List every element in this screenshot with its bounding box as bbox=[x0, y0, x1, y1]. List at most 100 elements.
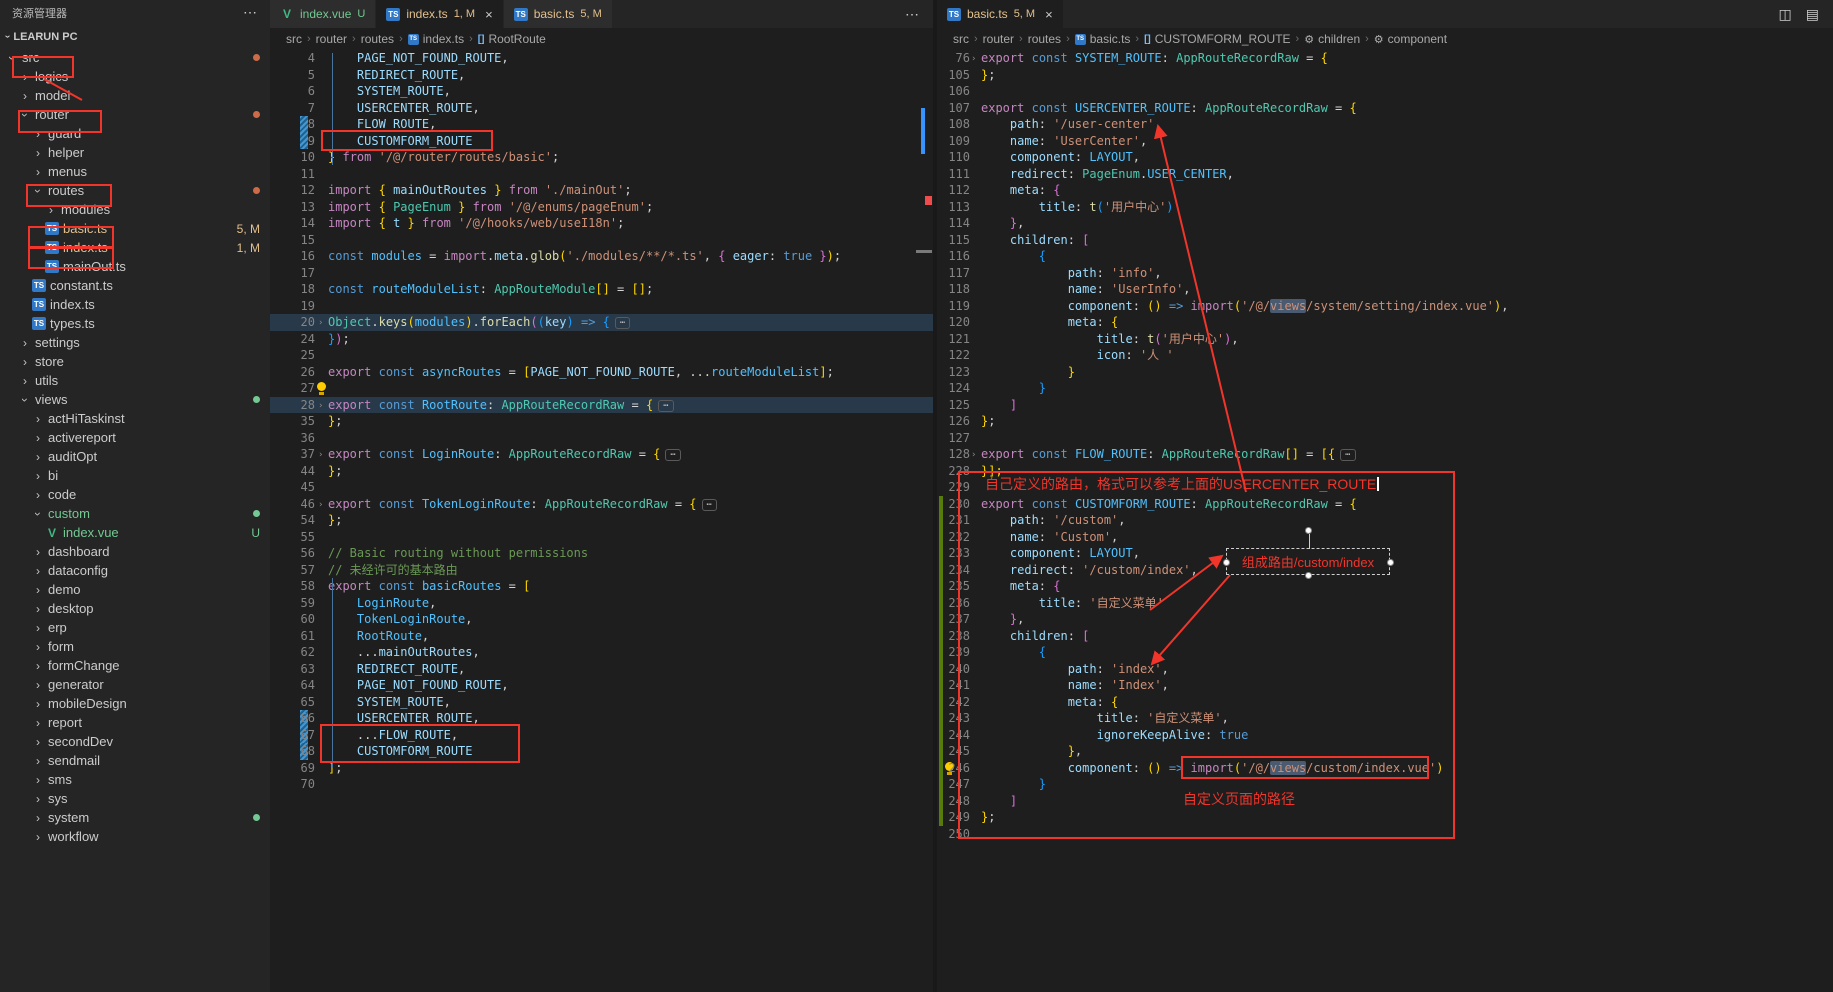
tree-item-label: src bbox=[22, 50, 39, 65]
close-icon[interactable]: × bbox=[1045, 7, 1053, 22]
fold-chevron-icon[interactable]: › bbox=[318, 398, 323, 415]
folded-code-ellipsis[interactable]: ⋯ bbox=[702, 499, 717, 511]
editor-more-actions[interactable]: ⋯ bbox=[905, 6, 919, 23]
tree-item-views[interactable]: ›views bbox=[0, 390, 270, 409]
tree-item-helper[interactable]: ›helper bbox=[0, 143, 270, 162]
tree-item-activereport[interactable]: ›activereport bbox=[0, 428, 270, 447]
tree-item-types-ts[interactable]: TStypes.ts bbox=[0, 314, 270, 333]
line-number: 18 bbox=[270, 281, 315, 298]
line-number: 65 bbox=[270, 694, 315, 711]
breadcrumb-item-router[interactable]: router bbox=[316, 32, 347, 46]
breadcrumb-item-routes[interactable]: routes bbox=[361, 32, 394, 46]
fold-chevron-icon[interactable]: › bbox=[318, 447, 323, 464]
code-line-234: 234 redirect: '/custom/index', bbox=[937, 562, 1833, 579]
tab-index-vue[interactable]: Vindex.vueU bbox=[270, 0, 376, 28]
typescript-file-icon: TS bbox=[45, 222, 59, 235]
breadcrumb-item-rootroute[interactable]: []RootRoute bbox=[478, 32, 546, 46]
breadcrumb-item-routes[interactable]: routes bbox=[1028, 32, 1061, 46]
line-number: 26 bbox=[270, 364, 315, 381]
tree-item-seconddev[interactable]: ›secondDev bbox=[0, 732, 270, 751]
tab-basic-ts[interactable]: TSbasic.ts5, M× bbox=[937, 0, 1064, 28]
tree-item-erp[interactable]: ›erp bbox=[0, 618, 270, 637]
tree-item-menus[interactable]: ›menus bbox=[0, 162, 270, 181]
tree-item-model[interactable]: ›model bbox=[0, 86, 270, 105]
tree-item-index-vue[interactable]: Vindex.vueU bbox=[0, 523, 270, 542]
fold-chevron-icon[interactable]: › bbox=[971, 447, 976, 464]
tree-item-label: mobileDesign bbox=[48, 696, 127, 711]
tree-item-sms[interactable]: ›sms bbox=[0, 770, 270, 789]
line-number: 62 bbox=[270, 644, 315, 661]
tree-item-settings[interactable]: ›settings bbox=[0, 333, 270, 352]
tree-item-code[interactable]: ›code bbox=[0, 485, 270, 504]
folded-code-ellipsis[interactable]: ⋯ bbox=[658, 400, 673, 412]
editor-layout-icon[interactable]: ▤ bbox=[1806, 6, 1819, 23]
folded-code-ellipsis[interactable]: ⋯ bbox=[1340, 449, 1355, 461]
tree-item-system[interactable]: ›system bbox=[0, 808, 270, 827]
breadcrumb-item-index-ts[interactable]: TSindex.ts bbox=[408, 32, 464, 46]
code-line-241: 241 name: 'Index', bbox=[937, 677, 1833, 694]
lightbulb-icon[interactable] bbox=[316, 382, 327, 395]
code-line-56: 56// Basic routing without permissions bbox=[270, 545, 933, 562]
line-number: 123 bbox=[937, 364, 970, 381]
breadcrumb-item-src[interactable]: src bbox=[953, 32, 969, 46]
tree-item-modules[interactable]: ›modules bbox=[0, 200, 270, 219]
tree-item-generator[interactable]: ›generator bbox=[0, 675, 270, 694]
tree-item-index-ts[interactable]: TSindex.ts1, M bbox=[0, 238, 270, 257]
tree-item-report[interactable]: ›report bbox=[0, 713, 270, 732]
folded-code-ellipsis[interactable]: ⋯ bbox=[665, 449, 680, 461]
tree-item-index-ts[interactable]: TSindex.ts bbox=[0, 295, 270, 314]
fold-chevron-icon[interactable]: › bbox=[318, 497, 323, 514]
tree-item-routes[interactable]: ›routes bbox=[0, 181, 270, 200]
code-line-123: 123 } bbox=[937, 364, 1833, 381]
tree-item-dashboard[interactable]: ›dashboard bbox=[0, 542, 270, 561]
tree-item-basic-ts[interactable]: TSbasic.ts5, M bbox=[0, 219, 270, 238]
code-editor-basic-ts[interactable]: 76›export const SYSTEM_ROUTE: AppRouteRe… bbox=[937, 50, 1833, 992]
tab-basic-ts[interactable]: TSbasic.ts5, M bbox=[504, 0, 613, 28]
tree-item-store[interactable]: ›store bbox=[0, 352, 270, 371]
code-line-59: 59 LoginRoute, bbox=[270, 595, 933, 612]
tree-item-custom[interactable]: ›custom bbox=[0, 504, 270, 523]
tree-item-mainout-ts[interactable]: TSmainOut.ts bbox=[0, 257, 270, 276]
chevron-right-icon: › bbox=[32, 431, 44, 445]
code-line-105: 105}; bbox=[937, 67, 1833, 84]
tree-item-form[interactable]: ›form bbox=[0, 637, 270, 656]
breadcrumb-item-router[interactable]: router bbox=[983, 32, 1014, 46]
tree-item-sys[interactable]: ›sys bbox=[0, 789, 270, 808]
tree-item-mobiledesign[interactable]: ›mobileDesign bbox=[0, 694, 270, 713]
tree-item-utils[interactable]: ›utils bbox=[0, 371, 270, 390]
folded-code-ellipsis[interactable]: ⋯ bbox=[615, 317, 630, 329]
tree-item-demo[interactable]: ›demo bbox=[0, 580, 270, 599]
split-editor-icon[interactable]: ◫ bbox=[1779, 6, 1792, 23]
code-line-62: 62 ...mainOutRoutes, bbox=[270, 644, 933, 661]
tab-git-badge: 5, M bbox=[580, 8, 601, 20]
fold-chevron-icon[interactable]: › bbox=[971, 51, 976, 68]
breadcrumb-item-basic-ts[interactable]: TSbasic.ts bbox=[1075, 32, 1131, 46]
tree-item-constant-ts[interactable]: TSconstant.ts bbox=[0, 276, 270, 295]
tree-item-sendmail[interactable]: ›sendmail bbox=[0, 751, 270, 770]
line-number: 5 bbox=[270, 67, 315, 84]
fold-chevron-icon[interactable]: › bbox=[318, 315, 323, 332]
tree-item-dataconfig[interactable]: ›dataconfig bbox=[0, 561, 270, 580]
tree-item-auditopt[interactable]: ›auditOpt bbox=[0, 447, 270, 466]
tree-item-logics[interactable]: ›logics bbox=[0, 67, 270, 86]
code-line-4: 4 PAGE_NOT_FOUND_ROUTE, bbox=[270, 50, 933, 67]
tree-item-router[interactable]: ›router bbox=[0, 105, 270, 124]
tree-item-bi[interactable]: ›bi bbox=[0, 466, 270, 485]
tab-index-ts[interactable]: TSindex.ts1, M× bbox=[376, 0, 503, 28]
tree-item-acthitaskinst[interactable]: ›actHiTaskinst bbox=[0, 409, 270, 428]
close-icon[interactable]: × bbox=[485, 7, 493, 22]
breadcrumb-item-src[interactable]: src bbox=[286, 32, 302, 46]
explorer-more-actions-icon[interactable]: ⋯ bbox=[243, 4, 258, 21]
code-editor-index-ts[interactable]: 4 PAGE_NOT_FOUND_ROUTE,5 REDIRECT_ROUTE,… bbox=[270, 50, 933, 992]
tree-item-desktop[interactable]: ›desktop bbox=[0, 599, 270, 618]
tree-item-formchange[interactable]: ›formChange bbox=[0, 656, 270, 675]
tree-item-guard[interactable]: ›guard bbox=[0, 124, 270, 143]
project-section-header[interactable]: › LEARUN PC bbox=[0, 25, 270, 48]
breadcrumb-item-children[interactable]: ⚙children bbox=[1304, 32, 1360, 46]
breadcrumb-item-component[interactable]: ⚙component bbox=[1374, 32, 1447, 46]
code-line-126: 126}; bbox=[937, 413, 1833, 430]
code-line-25: 25 bbox=[270, 347, 933, 364]
tree-item-src[interactable]: ›src bbox=[0, 48, 270, 67]
tree-item-workflow[interactable]: ›workflow bbox=[0, 827, 270, 846]
breadcrumb-item-customform-route[interactable]: []CUSTOMFORM_ROUTE bbox=[1144, 32, 1290, 46]
